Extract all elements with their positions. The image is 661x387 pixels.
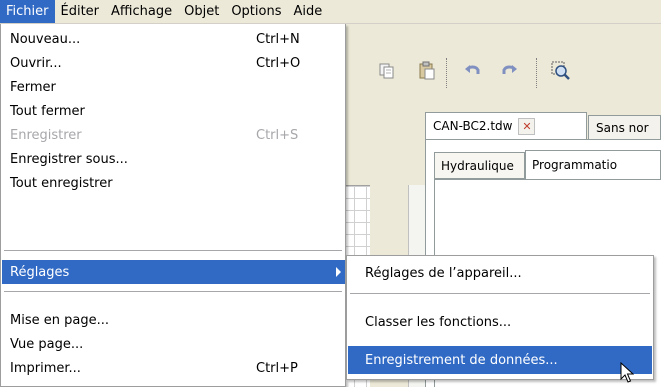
menu-item-tout-enregistrer[interactable]: Tout enregistrer: [2, 171, 345, 195]
menu-item-fermer[interactable]: Fermer: [2, 75, 345, 99]
menu-item-ouvrir[interactable]: Ouvrir... Ctrl+O: [2, 51, 345, 75]
menu-item-mise-en-page[interactable]: Mise en page...: [2, 308, 345, 332]
menu-editer[interactable]: Éditer: [55, 0, 106, 23]
menu-item-label: Enregistrement de données...: [365, 352, 558, 368]
submenu-arrow-icon: [336, 267, 341, 277]
menu-item-imprimer[interactable]: Imprimer... Ctrl+P: [2, 356, 345, 380]
menu-item-label: Classer les fonctions...: [365, 314, 512, 330]
menu-item-label: Tout fermer: [10, 103, 85, 119]
menu-item-label: Réglages: [10, 264, 70, 280]
toolbar-separator: [536, 58, 537, 88]
toolbar-separator: [446, 58, 447, 88]
undo-icon[interactable]: [460, 58, 486, 84]
menu-item-label: Enregistrer: [10, 127, 82, 143]
menu-item-enregistrer-sous[interactable]: Enregistrer sous...: [2, 147, 345, 171]
tab-label: CAN-BC2.tdw: [433, 119, 513, 133]
menu-item-vue-page[interactable]: Vue page...: [2, 332, 345, 356]
menu-item-label: Enregistrer sous...: [10, 151, 128, 167]
menu-item-enregistrer: Enregistrer Ctrl+S: [2, 123, 345, 147]
tab-label: Hydraulique: [441, 158, 514, 173]
menu-bar: Fichier Éditer Affichage Objet Options A…: [0, 0, 661, 24]
tab-hydraulique[interactable]: Hydraulique: [434, 152, 525, 179]
menu-item-tout-fermer[interactable]: Tout fermer: [2, 99, 345, 123]
menu-item-label: Fermer: [10, 79, 56, 95]
menu-separator: [4, 250, 342, 251]
mouse-cursor-icon: [620, 362, 634, 383]
tab-sans-nom[interactable]: Sans nor: [588, 115, 661, 139]
menu-options[interactable]: Options: [225, 0, 287, 23]
menu-item-reglages[interactable]: Réglages: [2, 260, 345, 284]
redo-icon[interactable]: [496, 58, 522, 84]
menu-item-shortcut: Ctrl+P: [256, 360, 298, 376]
menu-item-label: Imprimer...: [10, 360, 81, 376]
menu-separator: [350, 293, 650, 294]
tab-label: Programmatio: [532, 158, 618, 172]
copy-icon[interactable]: [374, 58, 400, 84]
zoom-icon[interactable]: [548, 58, 574, 84]
submenu-item-reglages-appareil[interactable]: Réglages de l’appareil...: [348, 259, 652, 287]
submenu-item-classer-fonctions[interactable]: Classer les fonctions...: [348, 308, 652, 336]
menu-item-label: Vue page...: [10, 336, 84, 352]
menu-item-shortcut: Ctrl+N: [256, 31, 300, 47]
toolbar: [330, 24, 661, 104]
menu-item-label: Ouvrir...: [10, 55, 62, 71]
menu-item-shortcut: Ctrl+S: [256, 127, 299, 143]
menu-item-label: Nouveau...: [10, 31, 81, 47]
close-icon[interactable]: ✕: [518, 117, 536, 135]
submenu-item-enregistrement-donnees[interactable]: Enregistrement de données...: [348, 346, 652, 374]
menu-objet[interactable]: Objet: [178, 0, 225, 23]
menu-item-nouveau[interactable]: Nouveau... Ctrl+N: [2, 27, 345, 51]
menu-item-label: Mise en page...: [10, 312, 109, 328]
menu-item-label: Tout enregistrer: [10, 175, 113, 191]
paste-icon[interactable]: [414, 58, 440, 84]
menu-separator: [4, 291, 342, 292]
file-menu: Nouveau... Ctrl+N Ouvrir... Ctrl+O Ferme…: [0, 24, 346, 387]
tab-can-bc2[interactable]: CAN-BC2.tdw ✕: [425, 112, 587, 139]
tab-programmation[interactable]: Programmatio: [525, 150, 661, 179]
menu-affichage[interactable]: Affichage: [105, 0, 178, 23]
menu-aide[interactable]: Aide: [287, 0, 328, 23]
tab-label: Sans nor: [596, 120, 649, 135]
menu-item-label: Réglages de l’appareil...: [365, 265, 522, 281]
menu-item-shortcut: Ctrl+O: [256, 55, 301, 71]
menu-fichier[interactable]: Fichier: [0, 0, 55, 23]
settings-submenu: Réglages de l’appareil... Classer les fo…: [346, 255, 654, 380]
